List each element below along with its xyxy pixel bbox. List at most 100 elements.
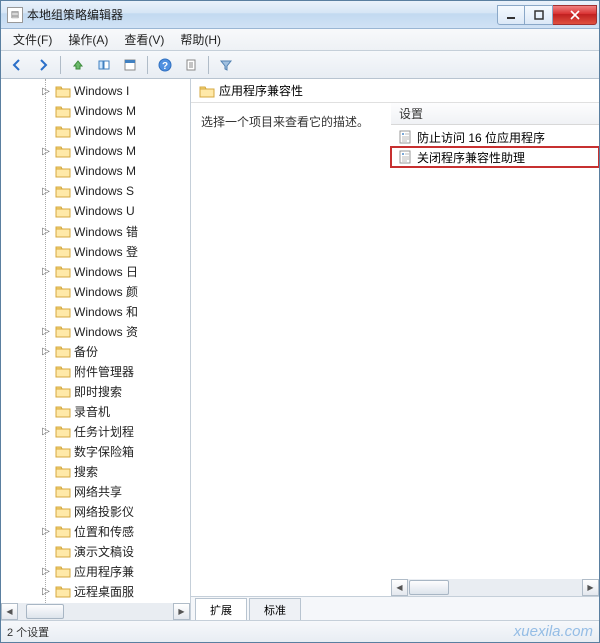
scroll-left-button[interactable]: ◀	[1, 603, 18, 620]
expand-icon[interactable]: ▷	[41, 346, 51, 356]
folder-icon	[55, 464, 71, 478]
close-button[interactable]	[553, 5, 597, 25]
expand-icon[interactable]: ▷	[41, 266, 51, 276]
tree-item[interactable]: 即时搜索	[55, 381, 190, 401]
folder-icon	[55, 304, 71, 318]
forward-button[interactable]	[31, 54, 55, 76]
menu-help[interactable]: 帮助(H)	[172, 29, 229, 50]
expand-icon[interactable]: ▷	[41, 146, 51, 156]
tree-item[interactable]: 数字保险箱	[55, 441, 190, 461]
scrollbar-thumb[interactable]	[409, 580, 449, 595]
tree-item-label: 数字保险箱	[74, 443, 134, 460]
tree-item[interactable]: 网络共享	[55, 481, 190, 501]
expand-icon[interactable]: ▷	[41, 566, 51, 576]
folder-icon	[55, 164, 71, 178]
tree-item[interactable]: Windows M	[55, 101, 190, 121]
tree-item[interactable]: 录音机	[55, 401, 190, 421]
tree-item[interactable]: ▷位置和传感	[55, 521, 190, 541]
folder-icon	[55, 144, 71, 158]
tree-item[interactable]: Windows 登	[55, 241, 190, 261]
expand-icon[interactable]: ▷	[41, 226, 51, 236]
tree-item-label: Windows M	[74, 164, 136, 178]
tab-extended[interactable]: 扩展	[195, 598, 247, 620]
show-hide-button[interactable]	[92, 54, 116, 76]
tree-item[interactable]: Windows 颜	[55, 281, 190, 301]
tree-item[interactable]: Windows U	[55, 201, 190, 221]
expand-icon[interactable]: ▷	[41, 326, 51, 336]
tree-item[interactable]: ▷Windows 错	[55, 221, 190, 241]
tree-item[interactable]: ▷备份	[55, 341, 190, 361]
expand-icon[interactable]: ▷	[41, 586, 51, 596]
tree-item[interactable]: 附件管理器	[55, 361, 190, 381]
tree-item-label: Windows I	[74, 84, 129, 98]
tree-item-label: Windows 日	[74, 263, 138, 280]
tab-standard[interactable]: 标准	[249, 598, 301, 620]
tree-item-label: 附件管理器	[74, 363, 134, 380]
folder-icon	[55, 104, 71, 118]
folder-icon	[55, 484, 71, 498]
folder-icon	[55, 124, 71, 138]
scroll-right-button[interactable]: ▶	[582, 579, 599, 596]
menu-action[interactable]: 操作(A)	[60, 29, 116, 50]
minimize-button[interactable]	[497, 5, 525, 25]
maximize-button[interactable]	[525, 5, 553, 25]
tree-item-label: 网络投影仪	[74, 503, 134, 520]
folder-icon	[55, 504, 71, 518]
description-text: 选择一个项目来查看它的描述。	[191, 103, 391, 596]
export-button[interactable]	[179, 54, 203, 76]
separator-icon	[60, 56, 61, 74]
menu-view[interactable]: 查看(V)	[116, 29, 172, 50]
tree-item[interactable]: Windows M	[55, 161, 190, 181]
tree-item[interactable]: 演示文稿设	[55, 541, 190, 561]
setting-item[interactable]: 关闭程序兼容性助理	[391, 147, 599, 167]
tree-item[interactable]: ▷Windows 资	[55, 321, 190, 341]
tree-item[interactable]: 搜索	[55, 461, 190, 481]
scroll-left-button[interactable]: ◀	[391, 579, 408, 596]
folder-icon	[55, 384, 71, 398]
tree-item[interactable]: ▷应用程序兼	[55, 561, 190, 581]
tree-item-label: 演示文稿设	[74, 543, 134, 560]
folder-icon	[55, 564, 71, 578]
tree-item[interactable]: ▷任务计划程	[55, 421, 190, 441]
expand-icon[interactable]: ▷	[41, 526, 51, 536]
scrollbar-track[interactable]	[18, 603, 173, 620]
scrollbar-thumb[interactable]	[26, 604, 64, 619]
back-button[interactable]	[5, 54, 29, 76]
settings-list: 防止访问 16 位应用程序关闭程序兼容性助理	[391, 125, 599, 579]
policy-icon	[397, 149, 413, 165]
folder-icon	[55, 244, 71, 258]
folder-icon	[55, 424, 71, 438]
properties-button[interactable]	[118, 54, 142, 76]
folder-icon	[55, 264, 71, 278]
help-button[interactable]: ?	[153, 54, 177, 76]
right-header: 应用程序兼容性	[191, 79, 599, 103]
tree-item[interactable]: Windows M	[55, 121, 190, 141]
setting-item[interactable]: 防止访问 16 位应用程序	[391, 127, 599, 147]
expand-icon[interactable]: ▷	[41, 426, 51, 436]
column-header-setting[interactable]: 设置	[391, 103, 599, 125]
tree-item[interactable]: ▷Windows 日	[55, 261, 190, 281]
expand-icon[interactable]: ▷	[41, 186, 51, 196]
menubar: 文件(F) 操作(A) 查看(V) 帮助(H)	[1, 29, 599, 51]
tree-item[interactable]: ▷Windows M	[55, 141, 190, 161]
tree-item[interactable]: ▷Windows I	[55, 81, 190, 101]
folder-icon	[55, 364, 71, 378]
menu-file[interactable]: 文件(F)	[5, 29, 60, 50]
tree-item[interactable]: ▷远程桌面服	[55, 581, 190, 601]
expand-icon[interactable]: ▷	[41, 86, 51, 96]
statusbar: 2 个设置 xuexila.com	[1, 620, 599, 642]
scroll-right-button[interactable]: ▶	[173, 603, 190, 620]
tree-item[interactable]: ▷Windows S	[55, 181, 190, 201]
scrollbar-track[interactable]	[408, 579, 582, 596]
folder-icon	[55, 444, 71, 458]
tree-item-label: 备份	[74, 343, 98, 360]
tree-item-label: Windows 错	[74, 223, 138, 240]
status-text: 2 个设置	[7, 624, 49, 640]
tree-item-label: Windows U	[74, 204, 135, 218]
tree-item[interactable]: 网络投影仪	[55, 501, 190, 521]
tree-item[interactable]: Windows 和	[55, 301, 190, 321]
folder-icon	[55, 544, 71, 558]
up-button[interactable]	[66, 54, 90, 76]
filter-button[interactable]	[214, 54, 238, 76]
separator-icon	[208, 56, 209, 74]
